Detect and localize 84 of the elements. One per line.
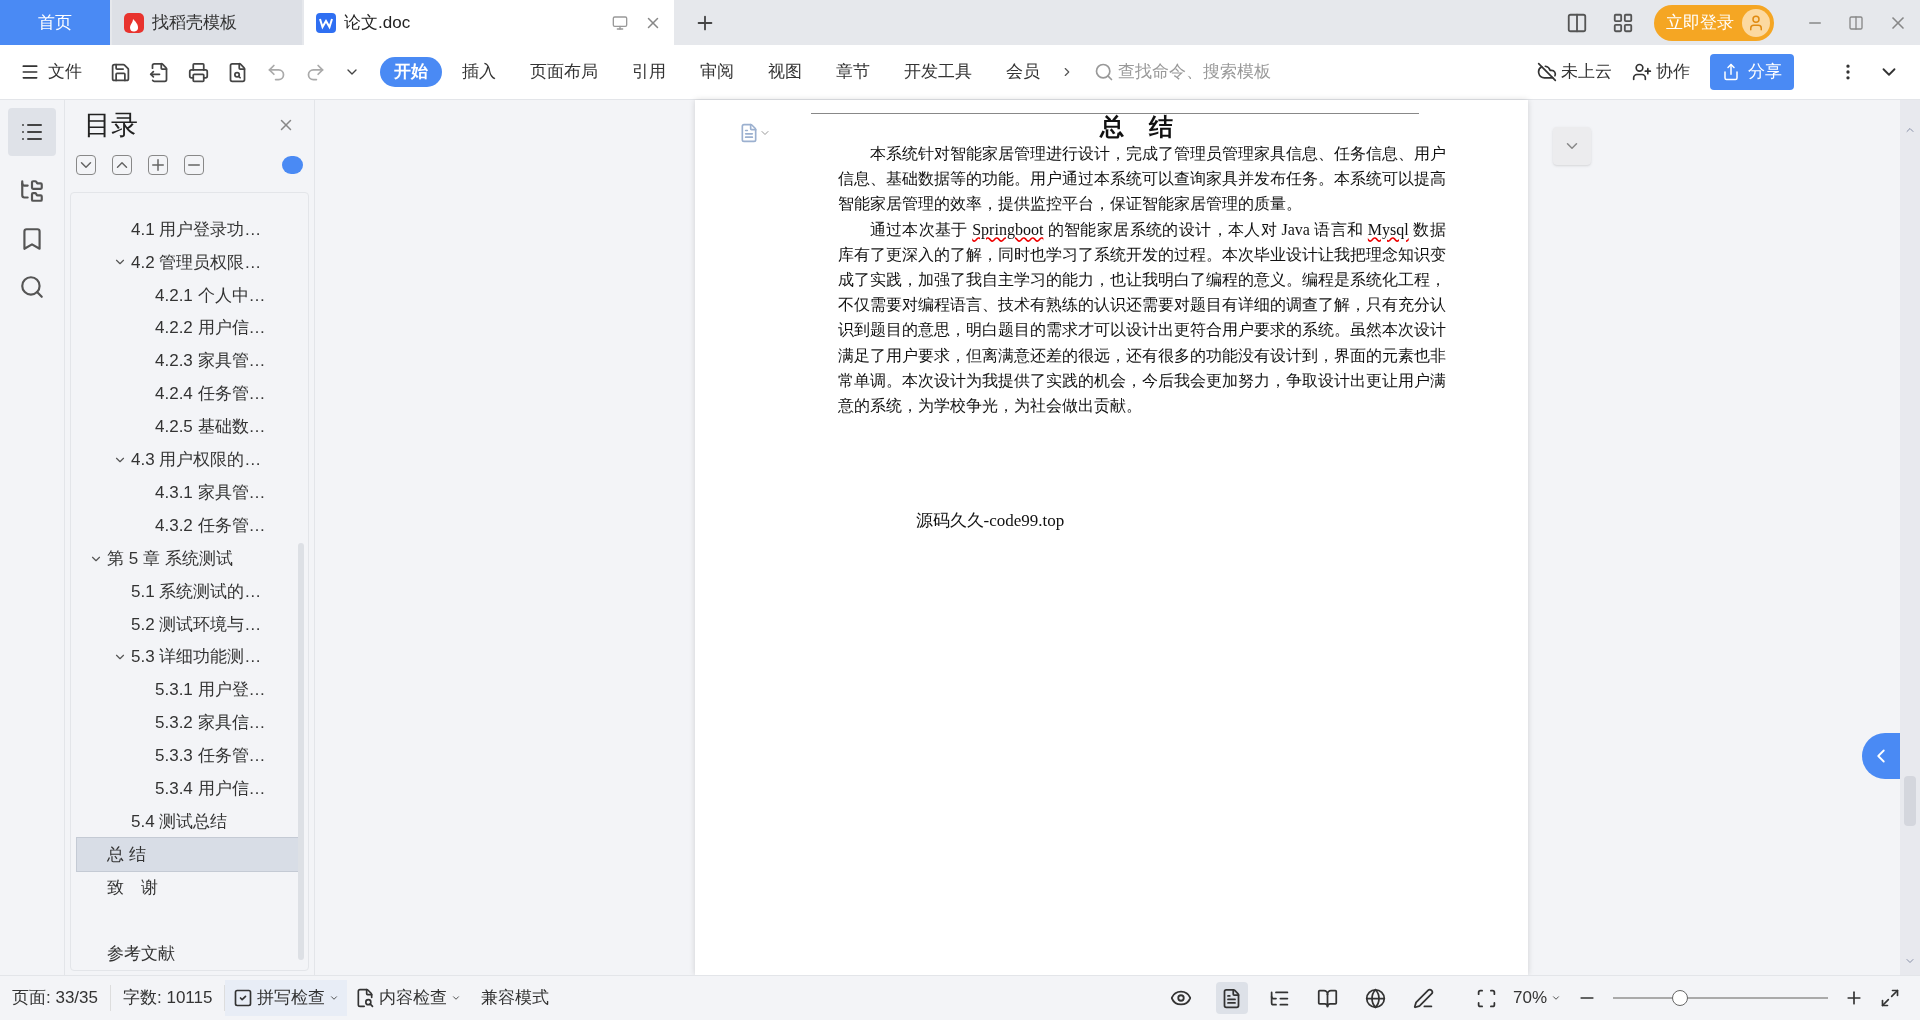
- document-logo-icon: [316, 12, 336, 33]
- caret-icon: [1551, 993, 1561, 1003]
- ribbon-tab[interactable]: 页面布局: [516, 57, 612, 87]
- outline-item[interactable]: 5.2 测试环境与…: [77, 607, 298, 641]
- file-menu[interactable]: 文件: [20, 59, 82, 85]
- ribbon-tab[interactable]: 章节: [822, 57, 884, 87]
- outline-item[interactable]: 4.2.2 用户信…: [77, 311, 298, 345]
- grid-icon[interactable]: [1612, 11, 1634, 34]
- outline-item[interactable]: 参考文献: [77, 936, 298, 970]
- outline-item[interactable]: 4.2 管理员权限…: [77, 245, 298, 279]
- shrink-icon[interactable]: [184, 155, 204, 175]
- outline-item[interactable]: 总 结: [77, 838, 298, 872]
- avatar-icon: [1742, 8, 1770, 37]
- print-preview-icon[interactable]: [227, 61, 248, 83]
- menu-icon: [20, 62, 40, 82]
- scrollbar-thumb[interactable]: [298, 543, 304, 960]
- collapse-panel-button[interactable]: [1862, 733, 1900, 779]
- caret-icon: [329, 993, 340, 1003]
- outline-item[interactable]: 5.3 详细功能测…: [77, 640, 298, 674]
- outline-item[interactable]: 4.3.1 家具管…: [77, 476, 298, 510]
- content-check-button[interactable]: 内容检查: [347, 985, 470, 1011]
- monitor-icon: [612, 14, 628, 31]
- layout-icon[interactable]: [1566, 11, 1588, 34]
- navigation-icon[interactable]: [19, 178, 45, 204]
- outline-item[interactable]: 4.3 用户权限的…: [77, 443, 298, 477]
- read-icon: [1317, 987, 1339, 1009]
- search-icon: [1094, 62, 1114, 82]
- caret-icon: [451, 993, 462, 1003]
- paragraph: 本系统针对智能家居管理进行设计，完成了管理员管理家具信息、任务信息、用户信息、基础数据等的功能。用户通过本系统可以查询家具并发布任务。本系统可以提高智能家居管理的效率，提供监控平台，保证智能家居管理的质量。: [837, 144, 1446, 215]
- zoom-slider[interactable]: [1613, 990, 1828, 1006]
- export-icon[interactable]: [149, 61, 170, 83]
- outline-item[interactable]: 4.2.4 任务管…: [77, 377, 298, 411]
- fullscreen-icon[interactable]: [1880, 988, 1900, 1008]
- page-view-icon[interactable]: [1215, 982, 1248, 1014]
- outline-item[interactable]: 致 谢: [77, 871, 298, 905]
- compat-mode: 兼容模式: [480, 987, 551, 1010]
- share-icon: [1722, 63, 1740, 81]
- print-icon[interactable]: [188, 61, 209, 83]
- collapse-up-icon[interactable]: [112, 155, 132, 175]
- outline-item[interactable]: 5.3.2 家具信…: [77, 706, 298, 740]
- paragraph: 通过本次基于 Springboot 的智能家居系统的设计，本人对 Java 语言和 Mysql 数据库有了更深入的了解，同时也学习了系统开发的过程。本次毕业设计让我把理念知识变成了实践，加强了我自主学习的能力，也让我明白了编程的意义。编程是系统化工程，不仅需要对编程语言、技术有熟练的认识还需要对题目有详细的调查了解，只有充分认识到题目的意思，明白题目的需求才可以设计出更符合用户要求的系统。虽然本次设计满足了用户要求，但离满意还差的很远，还有很多的功能没有设计到，界面的元素也非常单调。本次设计为我提供了实践的机会，今后我会更加努力，争取设计出更让用户满意的系统，为学校争光，为社会做出贡献。: [837, 219, 1446, 417]
- ribbon-tab[interactable]: 审阅: [686, 57, 748, 87]
- outline-pane-button[interactable]: [8, 108, 56, 156]
- page-count: 页面: 33/35: [12, 985, 111, 1011]
- outline-item[interactable]: 4.3.2 任务管…: [77, 509, 298, 543]
- restore-icon[interactable]: [1848, 14, 1864, 31]
- zoom-dropdown[interactable]: 70%: [1512, 985, 1561, 1011]
- section-heading: 总 结: [1100, 113, 1183, 141]
- search-icon[interactable]: [19, 274, 45, 300]
- save-icon[interactable]: [110, 61, 131, 83]
- user-plus-icon: [1632, 62, 1652, 82]
- more-options-icon[interactable]: [282, 156, 303, 174]
- ribbon-tab[interactable]: 引用: [618, 57, 680, 87]
- outline-item[interactable]: 5.4 测试总结: [77, 805, 298, 839]
- document-tab[interactable]: 找稻壳模板: [112, 0, 302, 45]
- flame-logo-icon: [124, 12, 144, 33]
- spell-check-button[interactable]: 拼写检查: [225, 980, 348, 1016]
- outline-item[interactable]: 第 5 章 系统测试: [77, 542, 298, 575]
- expand-icon[interactable]: [148, 155, 168, 175]
- ribbon-tab[interactable]: 会员: [992, 57, 1054, 87]
- ribbon-tab[interactable]: 视图: [754, 57, 816, 87]
- footer-text: 源码久久-code99.top: [915, 510, 1066, 533]
- collapse-down-icon[interactable]: [76, 155, 96, 175]
- outline-item[interactable]: 4.1 用户登录功…: [77, 213, 298, 246]
- web-icon: [1365, 987, 1387, 1009]
- outline-item[interactable]: 5.3.4 用户信…: [77, 772, 298, 806]
- outline-item[interactable]: 5.3.1 用户登…: [77, 673, 298, 707]
- document-search-icon: [355, 988, 376, 1008]
- outline-item[interactable]: 5.1 系统测试的…: [77, 574, 298, 608]
- outline-item[interactable]: 4.2.5 基础数…: [77, 410, 298, 444]
- cloud-icon: [1537, 62, 1557, 82]
- checkbox-icon: [233, 988, 254, 1008]
- fit-page-icon[interactable]: [1475, 987, 1497, 1009]
- panel-title: 目录: [84, 108, 138, 142]
- cloud-status-button[interactable]: 未上云: [1537, 59, 1612, 85]
- ribbon-tab[interactable]: 插入: [448, 57, 510, 87]
- collaborate-button[interactable]: 协作: [1632, 59, 1690, 85]
- document-tab[interactable]: 论文.doc: [304, 0, 674, 45]
- outline-item[interactable]: 5.3.3 任务管…: [77, 739, 298, 773]
- ribbon-tab[interactable]: 开发工具: [890, 57, 986, 87]
- pen-icon: [1413, 987, 1435, 1009]
- outline-item[interactable]: 4.2.1 个人中…: [77, 278, 298, 312]
- outline-item[interactable]: 4.2.3 家具管…: [77, 344, 298, 378]
- search-field[interactable]: 查找命令、搜索模板: [1094, 59, 1288, 85]
